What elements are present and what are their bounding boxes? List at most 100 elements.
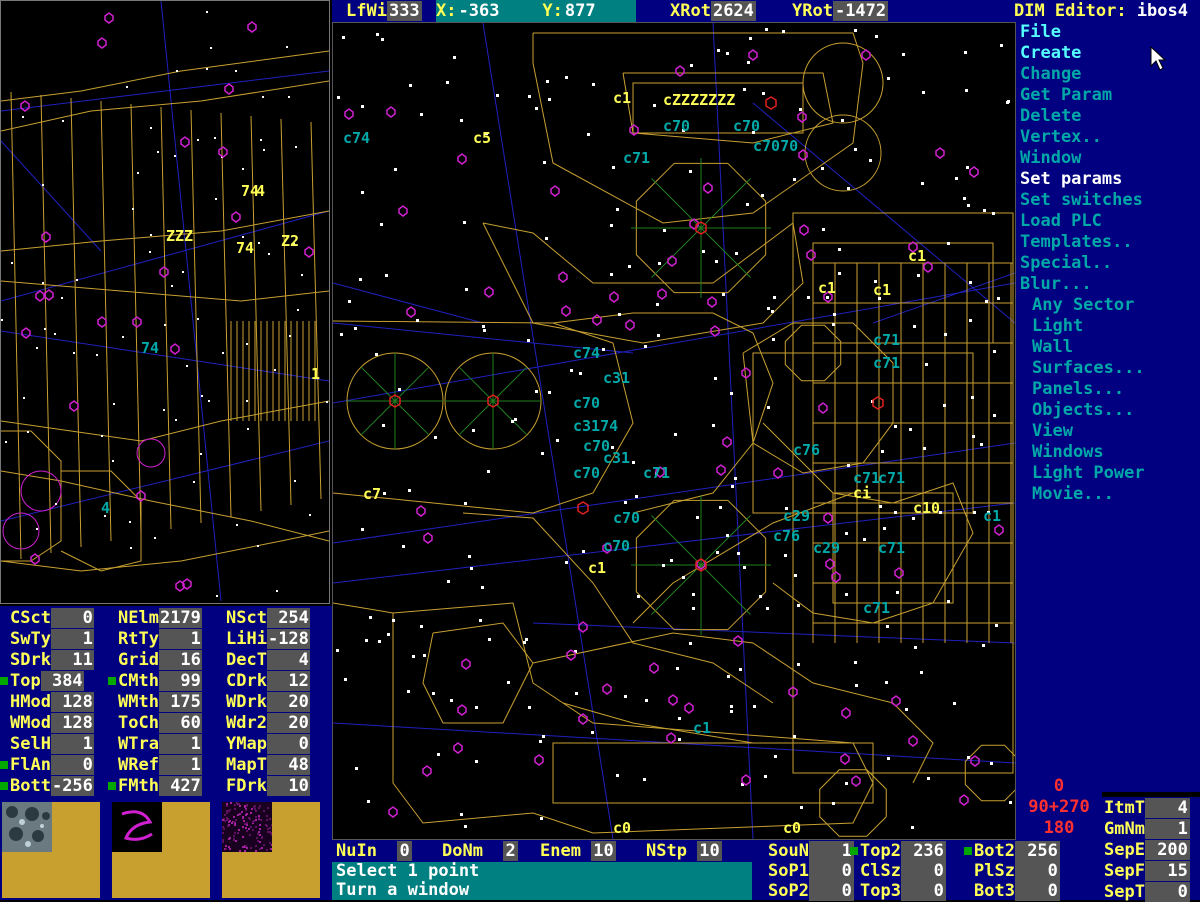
param-wref[interactable]: WRef 1: [118, 755, 202, 775]
param-itmt[interactable]: ItmT 4: [1104, 798, 1190, 818]
yrot-readout: YRot -1472: [792, 1, 889, 21]
param-fdrk[interactable]: FDrk 10: [226, 776, 310, 796]
menu-item-window[interactable]: Window: [1020, 148, 1081, 169]
param-hmod[interactable]: HMod 128: [10, 692, 94, 712]
submenu-item-panels[interactable]: Panels...: [1032, 379, 1124, 400]
menu-item-delete[interactable]: Delete: [1020, 106, 1081, 127]
param-label: WDrk: [226, 692, 267, 712]
menu-item-get-param[interactable]: Get Param: [1020, 85, 1112, 106]
submenu-item-movie[interactable]: Movie...: [1032, 484, 1114, 505]
param-clsz[interactable]: ClSz 0: [860, 861, 946, 881]
param-nsct[interactable]: NSct 254: [226, 608, 310, 628]
param-cdrk[interactable]: CDrk 12: [226, 671, 310, 691]
menu-item-create[interactable]: Create: [1020, 43, 1081, 64]
menu-item-set-switches[interactable]: Set switches: [1020, 190, 1143, 211]
top-status-bar: LfWi 333 X: -363 Y: 877 XRot 2624 YRot -1472 …: [332, 0, 1200, 22]
param-label: FlAn: [10, 755, 51, 775]
param-wdrk[interactable]: WDrk 20: [226, 692, 310, 712]
param-toch[interactable]: ToCh 60: [118, 713, 202, 733]
param-wdr2[interactable]: Wdr2 20: [226, 713, 310, 733]
param-rtty[interactable]: RtTy 1: [118, 629, 202, 649]
param-value: 256: [1014, 841, 1060, 861]
entity-label: c70: [663, 117, 690, 135]
param-fmth[interactable]: FMth 427: [108, 776, 202, 796]
param-label: CMth: [118, 671, 159, 691]
param-wmth[interactable]: WMth 175: [118, 692, 202, 712]
param-gmnm[interactable]: GmNm 1: [1104, 819, 1190, 839]
submenu-item-windows[interactable]: Windows: [1032, 442, 1104, 463]
vertex-points: [336, 28, 1012, 829]
param-top2[interactable]: Top2 236: [850, 841, 946, 861]
param-csct[interactable]: CSct 0: [10, 608, 94, 628]
param-dect[interactable]: DecT 4: [226, 650, 310, 670]
param-lihi[interactable]: LiHi-128: [226, 629, 310, 649]
param-grid[interactable]: Grid 16: [118, 650, 202, 670]
param-sepe[interactable]: SepE 200: [1104, 840, 1190, 860]
menu-item-special[interactable]: Special..: [1020, 253, 1112, 274]
param-value: 20: [266, 692, 310, 712]
toggle-dot-icon: [850, 847, 858, 855]
texture-slot-1[interactable]: [2, 802, 100, 898]
nstp-readout: NStp 10: [646, 841, 722, 861]
entity-label: c70: [573, 394, 600, 412]
param-sop2[interactable]: SoP2 0: [768, 881, 854, 901]
param-wtra[interactable]: WTra 1: [118, 734, 202, 754]
param-sop1[interactable]: SoP1 0: [768, 861, 854, 881]
texture-slot-2[interactable]: [112, 802, 210, 898]
menu-item-file[interactable]: File: [1020, 22, 1061, 43]
menu-item-set-params[interactable]: Set params: [1020, 169, 1122, 190]
toggle-dot-icon: [964, 847, 972, 855]
submenu-item-objects[interactable]: Objects...: [1032, 400, 1134, 421]
entity-label: c29: [813, 539, 840, 557]
entity-label: cZZZZZZZ: [663, 91, 735, 109]
param-bot3[interactable]: Bot3 0: [974, 881, 1060, 901]
menu-item-load-plc[interactable]: Load PLC: [1020, 211, 1102, 232]
param-bott[interactable]: Bott-256: [0, 776, 94, 796]
param-swty[interactable]: SwTy 1: [10, 629, 94, 649]
submenu-item-light[interactable]: Light: [1032, 316, 1083, 337]
map-viewport[interactable]: c1 cZZZZZZZ c70 c70 c7070 c71 c74 c1 c1 c1 c71 c71 c…: [332, 22, 1022, 840]
param-value: -128: [266, 629, 310, 649]
menu-item-vertex[interactable]: Vertex..: [1020, 127, 1102, 148]
param-label: SepT: [1104, 882, 1145, 902]
submenu-item-surfaces[interactable]: Surfaces...: [1032, 358, 1145, 379]
param-top[interactable]: Top 384: [0, 671, 84, 691]
param-sdrk[interactable]: SDrk 11: [10, 650, 94, 670]
param-label: SoP2: [768, 881, 809, 901]
texture-slot-3[interactable]: [222, 802, 320, 898]
param-label: Top2: [860, 841, 901, 861]
param-value: 1: [158, 734, 202, 754]
param-mapt[interactable]: MapT 48: [226, 755, 310, 775]
param-sept[interactable]: SepT 0: [1104, 882, 1190, 902]
param-top3[interactable]: Top3 0: [860, 881, 946, 901]
menu-item-blur[interactable]: Blur...: [1020, 274, 1092, 295]
submenu-item-wall[interactable]: Wall: [1032, 337, 1073, 358]
param-label: Bot2: [974, 841, 1015, 861]
entity-label: c29: [783, 507, 810, 525]
submenu-item-light-power[interactable]: Light Power: [1032, 463, 1145, 484]
param-wmod[interactable]: WMod 128: [10, 713, 94, 733]
item-param-grid: ItmT 4 GmNm 1 SepE 200 SepF 15 SepT 0: [1100, 797, 1200, 902]
param-sepf[interactable]: SepF 15: [1104, 861, 1190, 881]
param-cmth[interactable]: CMth 99: [108, 671, 202, 691]
entity-label: c5: [473, 129, 491, 147]
entity-label: c7: [363, 485, 381, 503]
param-selh[interactable]: SelH 1: [10, 734, 94, 754]
submenu-item-any-sector[interactable]: Any Sector: [1032, 295, 1134, 316]
menu-item-change[interactable]: Change: [1020, 64, 1081, 85]
3d-preview-window[interactable]: 74 4 ZZZ 74 Z2 74 1 4: [0, 0, 330, 604]
param-bot2[interactable]: Bot2 256: [964, 841, 1060, 861]
map-wireframe[interactable]: c1 cZZZZZZZ c70 c70 c7070 c71 c74 c1 c1 c1 c71 c71 c…: [332, 22, 1022, 840]
entity-label: c71: [878, 469, 905, 487]
menu-item-templates[interactable]: Templates..: [1020, 232, 1133, 253]
lfwi-readout: LfWi 333: [346, 1, 422, 21]
param-label: NSct: [226, 608, 267, 628]
param-flan[interactable]: FlAn 0: [0, 755, 94, 775]
param-ymap[interactable]: YMap 0: [226, 734, 310, 754]
param-plsz[interactable]: PlSz 0: [974, 861, 1060, 881]
submenu-item-view[interactable]: View: [1032, 421, 1073, 442]
param-value: 254: [266, 608, 310, 628]
param-nelm[interactable]: NElm2179: [118, 608, 202, 628]
3d-wireframe[interactable]: 744ZZZ74 Z27414: [0, 0, 330, 603]
param-soun[interactable]: SouN 1: [768, 841, 854, 861]
